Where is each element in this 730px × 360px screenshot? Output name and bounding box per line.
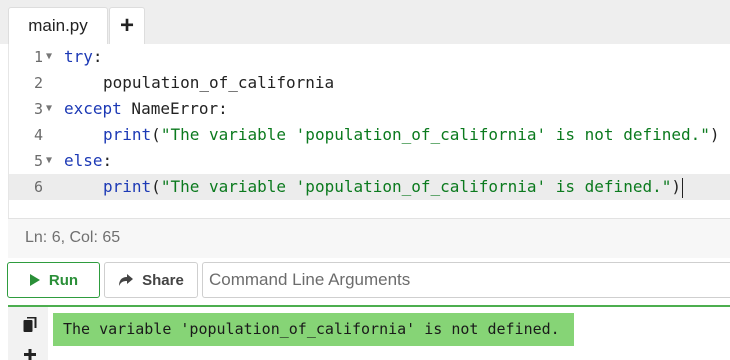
code-text: try: xyxy=(64,44,103,70)
fold-arrow-icon[interactable]: ▼ xyxy=(46,44,52,70)
command-line-arguments-input[interactable] xyxy=(202,262,730,298)
code-line-2[interactable]: 2 population_of_california xyxy=(9,70,730,96)
function-name: print xyxy=(103,125,152,144)
line-number: 3 xyxy=(33,100,43,118)
output-line: The variable 'population_of_california' … xyxy=(53,313,574,346)
fold-arrow-icon[interactable]: ▼ xyxy=(46,148,52,174)
paren-close: ) xyxy=(709,125,720,144)
exception-name: NameError: xyxy=(121,99,228,118)
run-label: Run xyxy=(48,271,79,289)
punctuation: : xyxy=(102,151,113,170)
line-number: 6 xyxy=(33,178,43,196)
punctuation: : xyxy=(92,47,103,66)
cursor-position: Ln: 6, Col: 65 xyxy=(25,229,121,246)
keyword: except xyxy=(64,99,122,118)
function-name: print xyxy=(103,177,152,196)
plus-icon[interactable] xyxy=(24,349,36,360)
text-cursor xyxy=(682,177,683,198)
paren-close: ) xyxy=(671,177,681,196)
code-line-3[interactable]: 3 ▼ except NameError: xyxy=(9,96,730,122)
line-number: 4 xyxy=(33,126,43,144)
code-line-4[interactable]: 4 print("The variable 'population_of_cal… xyxy=(9,122,730,148)
string-literal: "The variable 'population_of_california'… xyxy=(160,125,710,144)
code-text: else: xyxy=(64,148,112,174)
share-label: Share xyxy=(142,271,184,289)
keyword: try xyxy=(64,47,93,66)
code-text: except NameError: xyxy=(64,96,228,122)
paren-open: ( xyxy=(151,177,161,196)
tab-main-py[interactable]: main.py xyxy=(8,7,108,44)
code-line-5[interactable]: 5 ▼ else: xyxy=(9,148,730,174)
line-number: 2 xyxy=(33,74,43,92)
plus-icon: + xyxy=(119,12,134,39)
tab-bar: main.py + xyxy=(0,0,730,44)
code-line-6[interactable]: 6 print("The variable 'population_of_cal… xyxy=(9,174,730,200)
run-button[interactable]: Run xyxy=(7,262,100,298)
add-tab-button[interactable]: + xyxy=(109,7,145,44)
play-icon xyxy=(29,274,40,286)
line-number: 1 xyxy=(33,48,43,66)
code-line-1[interactable]: 1 ▼ try: xyxy=(9,44,730,70)
code-text: print("The variable 'population_of_calif… xyxy=(103,122,720,148)
keyword: else xyxy=(64,151,103,170)
share-arrow-icon xyxy=(119,274,134,286)
paren-open: ( xyxy=(151,125,161,144)
share-button[interactable]: Share xyxy=(104,262,198,298)
string-literal: "The variable 'population_of_california'… xyxy=(160,177,672,196)
fold-arrow-icon[interactable]: ▼ xyxy=(46,96,52,122)
code-text: print("The variable 'population_of_calif… xyxy=(103,174,683,200)
status-bar: Ln: 6, Col: 65 xyxy=(8,218,730,258)
line-number: 5 xyxy=(33,152,43,170)
code-text: population_of_california xyxy=(103,73,335,92)
tab-label: main.py xyxy=(28,16,88,35)
copy-icon[interactable] xyxy=(23,317,37,333)
code-editor[interactable]: 1 ▼ try: 2 population_of_california 3 ▼ … xyxy=(8,44,730,218)
